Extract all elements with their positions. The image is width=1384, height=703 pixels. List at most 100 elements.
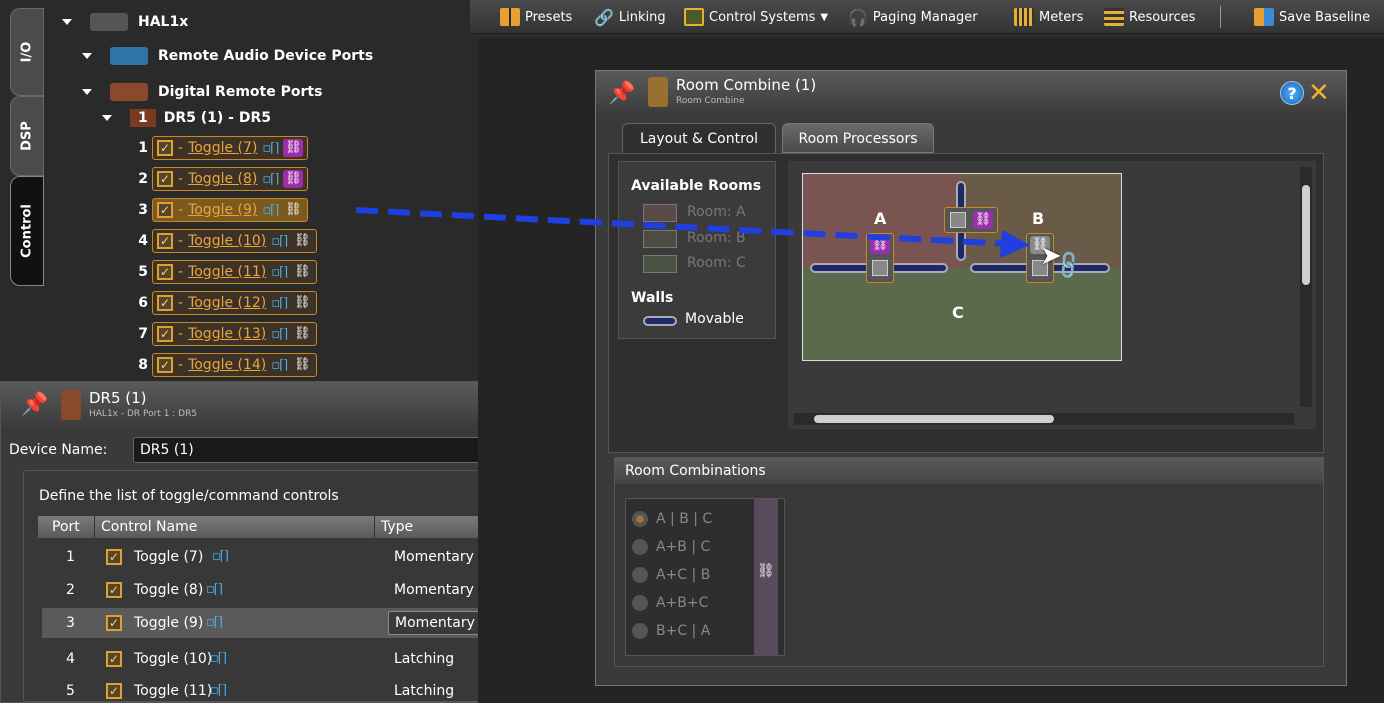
pin-icon[interactable]: 📌 — [21, 392, 48, 417]
control-item[interactable]: ✓ - Toggle (9) ▫⌈⌉ ⛓ — [152, 198, 309, 222]
chain-link-icon[interactable]: ⛓ — [283, 170, 304, 188]
row-type-select[interactable]: Latching — [394, 644, 454, 674]
tree-node-hal1x[interactable]: HAL1x — [62, 10, 188, 34]
table-row[interactable]: 5 ✓ Toggle (11) ▫⌈⌉ Latching ▼ — [38, 676, 530, 703]
combination-option[interactable]: B+C | A — [632, 623, 710, 639]
movable-wall-swatch[interactable] — [643, 316, 677, 326]
tree-control-row[interactable]: 1 ✓ - Toggle (7) ▫⌈⌉ ⛓ — [130, 136, 309, 160]
control-systems-button[interactable]: Control Systems ▼ — [684, 8, 828, 26]
control-link[interactable]: Toggle (12) — [188, 295, 266, 311]
control-item[interactable]: ✓ - Toggle (10) ▫⌈⌉ ⛓ — [152, 229, 318, 253]
chain-link-icon[interactable]: ⛓ — [292, 294, 312, 312]
checkbox-icon[interactable]: ✓ — [106, 615, 122, 631]
vertical-scrollbar[interactable] — [1300, 167, 1312, 407]
scrollbar-thumb[interactable] — [814, 415, 1054, 423]
checkbox-icon[interactable]: ✓ — [106, 549, 122, 565]
presets-button[interactable]: Presets — [500, 8, 572, 26]
tab-layout-control[interactable]: Layout & Control — [622, 123, 776, 153]
tree-control-row[interactable]: 2 ✓ - Toggle (8) ▫⌈⌉ ⛓ — [130, 167, 309, 191]
chain-link-icon[interactable]: ⛓ — [283, 201, 303, 219]
tree-control-row[interactable]: 6 ✓ - Toggle (12) ▫⌈⌉ ⛓ — [130, 291, 318, 315]
help-icon[interactable]: ? — [1280, 81, 1304, 105]
resources-button[interactable]: Resources — [1104, 8, 1195, 26]
close-icon[interactable]: ✕ — [1308, 80, 1330, 106]
row-control-name[interactable]: Toggle (10) — [134, 644, 212, 674]
horizontal-scrollbar[interactable] — [794, 413, 1294, 425]
chain-link-icon[interactable]: ⛓ — [973, 211, 993, 229]
meters-button[interactable]: Meters — [1014, 8, 1083, 26]
tab-control-label: Control — [19, 204, 35, 258]
table-row[interactable]: 4 ✓ Toggle (10) ▫⌈⌉ Latching ▼ — [38, 644, 530, 674]
row-type-select[interactable]: Latching — [394, 676, 454, 703]
collapse-arrow-icon[interactable] — [102, 115, 112, 121]
row-control-name[interactable]: Toggle (11) — [134, 676, 212, 703]
tree-node-dr5[interactable]: 1 DR5 (1) - DR5 — [102, 106, 271, 130]
control-link[interactable]: Toggle (14) — [188, 357, 266, 373]
row-type-select[interactable]: Momentary — [394, 542, 474, 572]
room-b-swatch[interactable] — [643, 230, 677, 248]
checkbox-icon[interactable]: ✓ — [106, 582, 122, 598]
control-link[interactable]: Toggle (13) — [188, 326, 266, 342]
control-item[interactable]: ✓ - Toggle (7) ▫⌈⌉ ⛓ — [152, 136, 309, 160]
chain-link-icon[interactable]: ⛓ — [870, 236, 890, 254]
control-link[interactable]: Toggle (8) — [188, 171, 257, 187]
combination-option[interactable]: A+C | B — [632, 567, 710, 583]
collapse-arrow-icon[interactable] — [82, 53, 92, 59]
tree-control-row[interactable]: 7 ✓ - Toggle (13) ▫⌈⌉ ⛓ — [130, 322, 318, 346]
collapse-arrow-icon[interactable] — [62, 19, 72, 25]
tree-node-digital-remote[interactable]: Digital Remote Ports — [82, 80, 322, 104]
checkbox-icon[interactable]: ✓ — [106, 683, 122, 699]
tree-node-remote-audio[interactable]: Remote Audio Device Ports — [82, 44, 373, 68]
chain-link-icon[interactable]: ⛓ — [283, 139, 304, 157]
chain-link-icon[interactable]: ⛓ — [292, 232, 312, 250]
room-layout-canvas[interactable]: A B C ⛓ ⛓ ⛓ 🔗 ➤ — [788, 161, 1316, 429]
row-control-name[interactable]: Toggle (7) — [134, 542, 203, 572]
pin-icon[interactable]: 📌 — [608, 81, 635, 106]
tab-room-processors[interactable]: Room Processors — [782, 123, 934, 153]
linking-button[interactable]: 🔗 Linking — [594, 8, 666, 27]
tab-control[interactable]: Control — [10, 176, 44, 286]
room-c-swatch[interactable] — [643, 255, 677, 273]
column-port[interactable]: Port — [52, 516, 80, 538]
row-type-select[interactable]: Momentary — [394, 575, 474, 605]
scrollbar-thumb[interactable] — [1302, 185, 1310, 285]
combination-option[interactable]: A+B+C — [632, 595, 708, 611]
tree-control-row[interactable]: 4 ✓ - Toggle (10) ▫⌈⌉ ⛓ — [130, 229, 318, 253]
chain-link-icon[interactable]: ⛓ — [292, 263, 312, 281]
wall-toggle-button[interactable] — [950, 212, 966, 228]
control-link[interactable]: Toggle (10) — [188, 233, 266, 249]
tab-dsp[interactable]: DSP — [10, 96, 44, 176]
tree-control-row-selected[interactable]: 3 ✓ - Toggle (9) ▫⌈⌉ ⛓ — [130, 198, 309, 222]
save-baseline-button[interactable]: Save Baseline — [1254, 8, 1370, 26]
collapse-arrow-icon[interactable] — [82, 89, 92, 95]
control-item[interactable]: ✓ - Toggle (14) ▫⌈⌉ ⛓ — [152, 353, 318, 377]
chain-link-icon[interactable]: ⛓ — [292, 325, 312, 343]
combination-option[interactable]: A+B | C — [632, 539, 710, 555]
wall-toggle-button[interactable] — [872, 260, 888, 276]
combination-option-selected[interactable]: A | B | C — [632, 511, 712, 527]
row-control-name[interactable]: Toggle (8) — [134, 575, 203, 605]
control-link[interactable]: Toggle (7) — [188, 140, 257, 156]
tab-io[interactable]: I/O — [10, 8, 44, 96]
row-control-name[interactable]: Toggle (9) — [134, 608, 203, 638]
control-item[interactable]: ✓ - Toggle (11) ▫⌈⌉ ⛓ — [152, 260, 318, 284]
room-a-swatch[interactable] — [643, 204, 677, 222]
wall-control-a-b[interactable]: ⛓ — [944, 207, 998, 233]
control-item[interactable]: ✓ - Toggle (12) ▫⌈⌉ ⛓ — [152, 291, 318, 315]
control-item[interactable]: ✓ - Toggle (8) ▫⌈⌉ ⛓ — [152, 167, 309, 191]
control-link[interactable]: Toggle (9) — [188, 202, 257, 218]
column-control-name[interactable]: Control Name — [94, 516, 197, 538]
table-row-selected[interactable]: 3 ✓ Toggle (9) ▫⌈⌉ Momentary ▼ — [42, 608, 530, 638]
wall-control-a-c[interactable]: ⛓ — [866, 233, 894, 283]
paging-manager-button[interactable]: 🎧 Paging Manager — [848, 8, 978, 27]
checkbox-icon[interactable]: ✓ — [106, 651, 122, 667]
tree-control-row[interactable]: 8 ✓ - Toggle (14) ▫⌈⌉ ⛓ — [130, 353, 318, 377]
control-link[interactable]: Toggle (11) — [188, 264, 266, 280]
table-row[interactable]: 2 ✓ Toggle (8) ▫⌈⌉ Momentary ▼ — [38, 575, 530, 605]
tree-control-row[interactable]: 5 ✓ - Toggle (11) ▫⌈⌉ ⛓ — [130, 260, 318, 284]
chain-link-icon[interactable]: ⛓ — [757, 563, 775, 579]
control-item[interactable]: ✓ - Toggle (13) ▫⌈⌉ ⛓ — [152, 322, 318, 346]
table-row[interactable]: 1 ✓ Toggle (7) ▫⌈⌉ Momentary ▼ — [38, 542, 530, 572]
chain-link-icon[interactable]: ⛓ — [292, 356, 312, 374]
column-type[interactable]: Type — [374, 516, 413, 538]
